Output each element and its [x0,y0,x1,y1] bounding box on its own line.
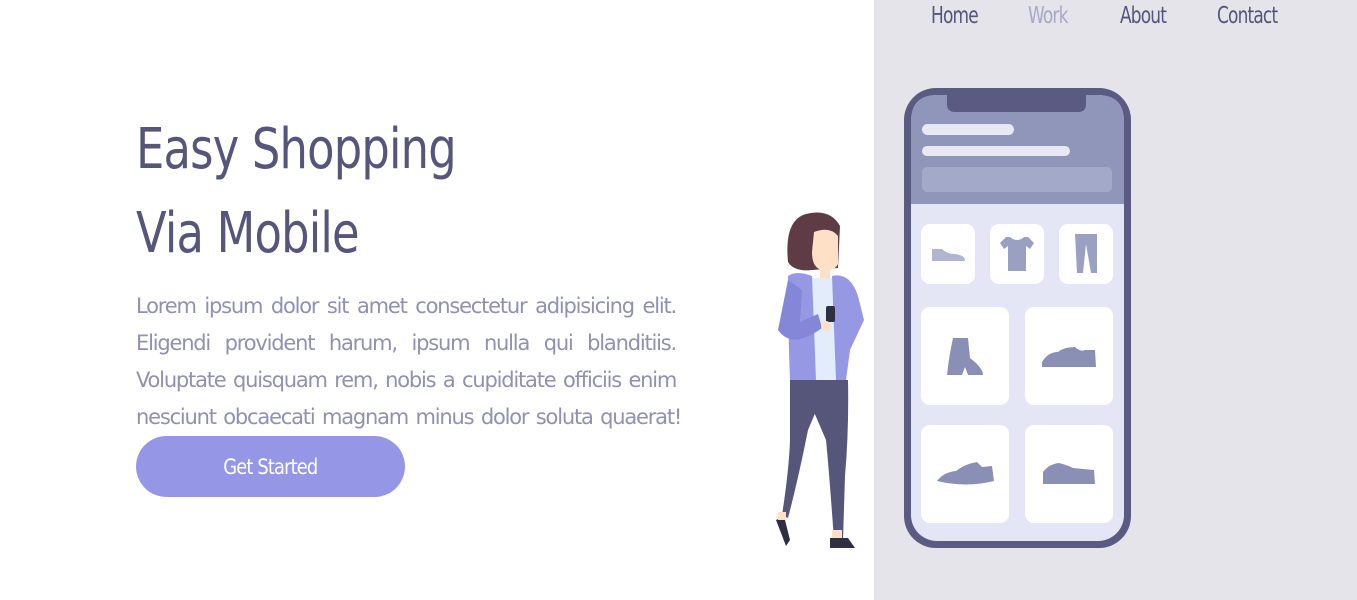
phone-illustration [904,88,1131,548]
shopping-illustration [776,88,1131,548]
description-line: Voluptate quisquam rem, nobis a cupidita… [136,368,677,392]
hero-description: Lorem ipsum dolor sit amet consectetur a… [136,289,682,437]
get-started-label: Get Started [223,454,318,479]
nav-contact[interactable]: Contact [1217,3,1278,29]
woman-illustration [776,212,864,548]
top-nav: Home Work About Contact [874,3,1357,35]
nav-home[interactable]: Home [931,3,979,29]
get-started-button[interactable]: Get Started [136,436,405,497]
description-line: Eligendi provident harum, ipsum nulla qu… [136,331,677,355]
hero-title-line-2: Via Mobile [136,201,360,266]
nav-work[interactable]: Work [1028,3,1068,29]
hero-title-line-1: Easy Shopping [136,117,457,182]
description-line: nesciunt obcaecati magnam minus dolor so… [136,405,682,429]
description-line: Lorem ipsum dolor sit amet consectetur a… [136,294,677,318]
nav-about[interactable]: About [1120,3,1167,29]
